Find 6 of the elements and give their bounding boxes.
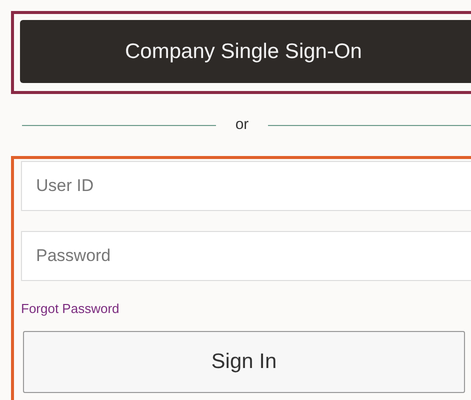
sso-button[interactable]: Company Single Sign-On: [20, 20, 471, 83]
input-field[interactable]: Password: [21, 231, 471, 281]
forgot-password-link[interactable]: Forgot Password: [21, 299, 471, 327]
sign-in-button[interactable]: Sign In: [23, 331, 465, 393]
divider-label: or: [234, 114, 250, 135]
input-field[interactable]: User ID: [21, 161, 471, 211]
